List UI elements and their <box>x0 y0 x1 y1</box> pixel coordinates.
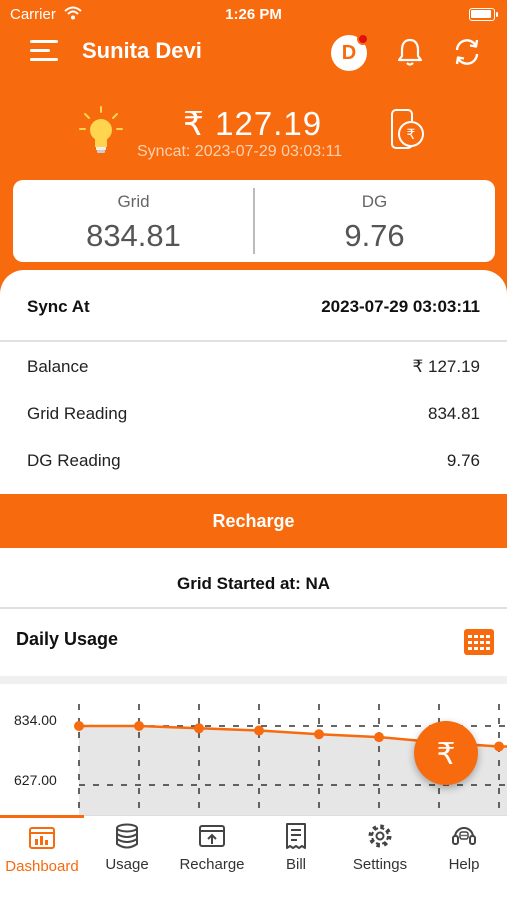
grid-reading-value: 834.81 <box>428 404 480 423</box>
usage-data-point <box>494 741 504 752</box>
menu-icon[interactable] <box>30 40 58 62</box>
grid-reading-row: Grid Reading 834.81 <box>0 394 507 434</box>
divider <box>0 607 507 609</box>
refresh-icon[interactable] <box>452 37 482 67</box>
help-icon <box>452 827 476 845</box>
nav-label-bill: Bill <box>285 856 306 873</box>
nav-label-settings: Settings <box>352 856 408 873</box>
section-divider <box>0 676 507 684</box>
nav-recharge[interactable]: Recharge <box>170 816 254 900</box>
nav-label-recharge: Recharge <box>179 856 245 873</box>
dg-reading-label: DG Reading <box>27 451 121 470</box>
usage-data-point <box>134 721 144 731</box>
svg-text:₹: ₹ <box>407 127 416 143</box>
nav-usage[interactable]: Usage <box>85 816 169 900</box>
sync-time-text: Syncat: 2023-07-29 03:03:11 <box>137 143 343 160</box>
avatar[interactable]: D <box>331 33 369 71</box>
grid-meter: Grid 834.81 <box>13 180 254 262</box>
nav-help[interactable]: Help <box>422 816 506 900</box>
balance-value: ₹ 127.19 <box>412 357 480 376</box>
sync-at-label: Sync At <box>27 297 90 316</box>
grid-started-text: Grid Started at: NA <box>176 574 331 593</box>
svg-text:₹: ₹ <box>436 737 455 772</box>
status-bar: Carrier 1:26 PM <box>0 0 507 28</box>
dg-reading-row: DG Reading 9.76 <box>0 441 507 481</box>
bill-icon <box>286 823 306 849</box>
recharge-button[interactable]: Recharge <box>0 494 507 548</box>
balance-label: Balance <box>27 357 89 376</box>
grid-label: Grid <box>117 192 150 211</box>
user-name: Sunita Devi <box>82 38 202 63</box>
dashboard-icon <box>29 827 55 849</box>
phone-rupee-icon[interactable]: ₹ <box>388 108 430 152</box>
usage-data-point <box>254 725 264 736</box>
usage-data-point <box>314 729 324 740</box>
recharge-icon <box>199 825 225 847</box>
avatar-letter: D <box>341 42 357 64</box>
battery-icon <box>469 8 498 21</box>
nav-label-usage: Usage <box>105 856 149 873</box>
balance-row: Balance ₹ 127.19 <box>0 347 507 387</box>
usage-data-point <box>74 721 84 731</box>
sync-row: Sync At 2023-07-29 03:03:11 <box>0 270 507 342</box>
daily-usage-title: Daily Usage <box>16 629 119 649</box>
sync-at-value: 2023-07-29 03:03:11 <box>321 297 480 316</box>
rupee-icon: ₹ <box>436 737 455 772</box>
usage-data-point <box>194 723 204 734</box>
nav-label-help: Help <box>448 856 480 873</box>
notification-dot <box>357 33 369 45</box>
nav-settings[interactable]: Settings <box>338 816 422 900</box>
grid-reading-label: Grid Reading <box>27 404 128 423</box>
settings-icon <box>368 824 392 848</box>
bottom-nav: Dashboard Usage Recharge Bill Settings H… <box>0 815 507 900</box>
balance-amount: ₹ 127.19 <box>183 105 323 142</box>
calendar-icon[interactable] <box>463 628 495 656</box>
meter-card: Grid 834.81 DG 9.76 <box>13 180 495 262</box>
nav-label-dashboard: Dashboard <box>5 858 79 875</box>
bulb-icon <box>79 106 123 153</box>
status-time: 1:26 PM <box>225 6 282 23</box>
quick-recharge-fab[interactable]: ₹ <box>414 721 478 785</box>
nav-dashboard[interactable]: Dashboard <box>0 815 84 900</box>
usage-icon <box>116 823 138 849</box>
nav-bill[interactable]: Bill <box>254 816 338 900</box>
dg-reading-value: 9.76 <box>446 451 480 470</box>
y-tick-label-top: 834.00 <box>14 712 57 728</box>
dg-label: DG <box>361 192 388 211</box>
dg-meter: DG 9.76 <box>254 180 495 262</box>
y-tick-label-bottom: 627.00 <box>14 772 57 788</box>
grid-value: 834.81 <box>86 218 181 253</box>
usage-data-point <box>374 732 384 743</box>
bell-icon[interactable] <box>396 37 424 67</box>
dg-value: 9.76 <box>344 218 405 253</box>
